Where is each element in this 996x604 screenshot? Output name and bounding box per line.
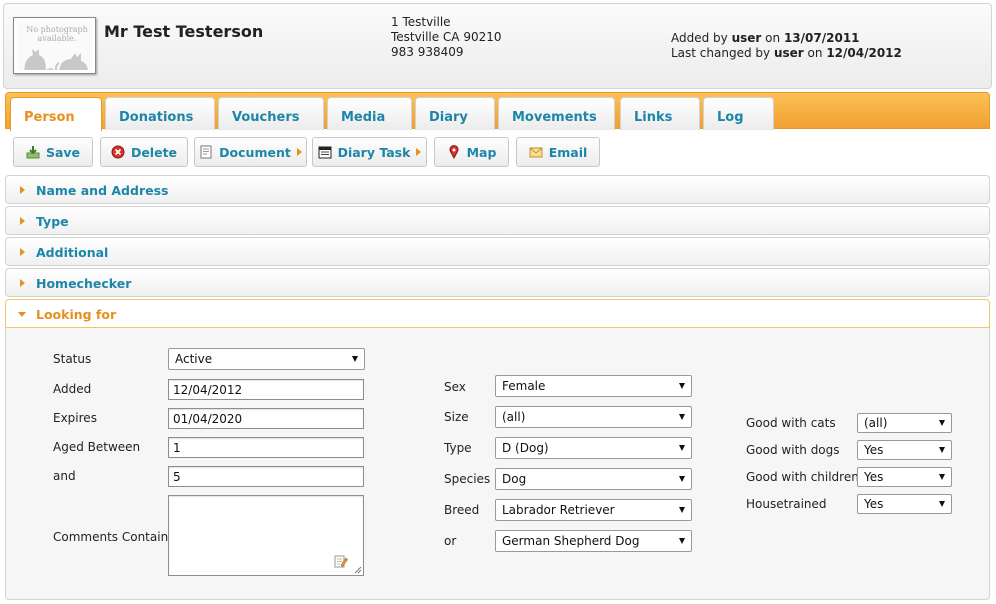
resize-handle-icon[interactable]	[354, 566, 362, 574]
looking-for-panel	[5, 328, 990, 600]
section-looking-for[interactable]: Looking for	[5, 299, 990, 328]
phone-number: 983 938409	[391, 45, 464, 59]
save-button[interactable]: Save	[13, 137, 93, 167]
age-from-field[interactable]: 1	[168, 437, 364, 458]
select-caret-icon	[939, 420, 945, 426]
diary-task-button[interactable]: Diary Task	[312, 137, 427, 167]
housetrained-label: Housetrained	[746, 497, 827, 511]
document-icon	[199, 145, 213, 159]
select-caret-icon	[679, 476, 685, 482]
section-homechecker[interactable]: Homechecker	[5, 268, 990, 297]
dropdown-arrow-icon	[416, 148, 422, 156]
good-with-children-select[interactable]: Yes	[857, 467, 952, 487]
expires-label: Expires	[53, 411, 97, 425]
good-with-cats-select[interactable]: (all)	[857, 413, 952, 433]
map-button[interactable]: Map	[434, 137, 509, 167]
status-select[interactable]: Active	[168, 348, 365, 370]
size-select[interactable]: (all)	[495, 406, 692, 428]
cats-silhouette-icon	[24, 49, 88, 70]
delete-icon	[111, 145, 125, 159]
expand-arrow-icon	[20, 186, 25, 194]
tab-donations[interactable]: Donations	[105, 97, 215, 130]
good-with-cats-label: Good with cats	[746, 416, 836, 430]
changed-date: 12/04/2012	[826, 46, 902, 60]
tab-log[interactable]: Log	[703, 97, 774, 130]
tab-diary[interactable]: Diary	[415, 97, 495, 130]
comments-contain-textarea[interactable]	[168, 495, 364, 576]
select-caret-icon	[679, 383, 685, 389]
person-name: Mr Test Testerson	[104, 22, 264, 41]
diary-task-icon	[318, 145, 332, 159]
save-icon	[26, 145, 40, 159]
expand-arrow-icon	[20, 248, 25, 256]
expand-arrow-icon	[20, 279, 25, 287]
select-caret-icon	[939, 474, 945, 480]
address-line-1: 1 Testville	[391, 15, 451, 29]
section-type[interactable]: Type	[5, 206, 990, 235]
section-name-and-address[interactable]: Name and Address	[5, 175, 990, 204]
breed-label: Breed	[444, 503, 480, 517]
select-caret-icon	[939, 501, 945, 507]
select-caret-icon	[679, 507, 685, 513]
audit-info: Added by user on 13/07/2011 Last changed…	[671, 31, 902, 61]
email-button[interactable]: Email	[516, 137, 600, 167]
edit-pencil-icon[interactable]	[334, 554, 348, 568]
good-with-dogs-label: Good with dogs	[746, 443, 840, 457]
size-label: Size	[444, 410, 469, 424]
species-select[interactable]: Dog	[495, 468, 692, 490]
second-breed-select[interactable]: German Shepherd Dog	[495, 530, 692, 552]
species-label: Species	[444, 472, 491, 486]
added-by-line: Added by user on 13/07/2011	[671, 31, 860, 45]
added-date: 13/07/2011	[783, 31, 860, 45]
housetrained-select[interactable]: Yes	[857, 494, 952, 514]
good-with-dogs-select[interactable]: Yes	[857, 440, 952, 460]
select-caret-icon	[679, 414, 685, 420]
delete-button[interactable]: Delete	[100, 137, 188, 167]
email-icon	[529, 145, 543, 159]
type-select[interactable]: D (Dog)	[495, 437, 692, 459]
tab-person[interactable]: Person	[10, 97, 102, 131]
expires-date-field[interactable]: 01/04/2020	[168, 408, 364, 429]
tab-vouchers[interactable]: Vouchers	[218, 97, 324, 130]
collapse-arrow-icon	[18, 312, 26, 317]
select-caret-icon	[679, 538, 685, 544]
changed-by-user: user	[773, 46, 804, 60]
breed-select[interactable]: Labrador Retriever	[495, 499, 692, 521]
select-caret-icon	[939, 447, 945, 453]
sex-label: Sex	[444, 380, 466, 394]
and-label: and	[53, 469, 76, 483]
document-button[interactable]: Document	[194, 137, 307, 167]
section-additional[interactable]: Additional	[5, 237, 990, 266]
dropdown-arrow-icon	[296, 148, 302, 156]
sex-select[interactable]: Female	[495, 375, 692, 397]
select-caret-icon	[352, 356, 358, 362]
select-caret-icon	[679, 445, 685, 451]
expand-arrow-icon	[20, 217, 25, 225]
type-label: Type	[444, 441, 472, 455]
status-label: Status	[53, 352, 92, 366]
tab-movements[interactable]: Movements	[498, 97, 615, 130]
tab-links[interactable]: Links	[620, 97, 700, 130]
added-label: Added	[53, 382, 92, 396]
aged-between-label: Aged Between	[53, 440, 141, 454]
added-by-user: user	[731, 31, 762, 45]
tab-media[interactable]: Media	[327, 97, 412, 130]
added-date-field[interactable]: 12/04/2012	[168, 379, 364, 400]
map-pin-icon	[447, 145, 461, 160]
age-to-field[interactable]: 5	[168, 466, 364, 487]
comments-contain-label: Comments Contain	[53, 530, 169, 544]
last-changed-line: Last changed by user on 12/04/2012	[671, 46, 902, 60]
person-header: No photograph available. Mr Test Testers…	[3, 3, 992, 89]
person-photo[interactable]: No photograph available.	[13, 17, 96, 74]
good-with-children-label: Good with children	[746, 470, 859, 484]
tab-bar: Person Donations Vouchers Media Diary Mo…	[5, 92, 990, 131]
person-address: 1 Testville Testville CA 90210 983 93840…	[391, 15, 502, 60]
breed-or-label: or	[444, 534, 457, 548]
address-line-2: Testville CA 90210	[391, 30, 502, 44]
